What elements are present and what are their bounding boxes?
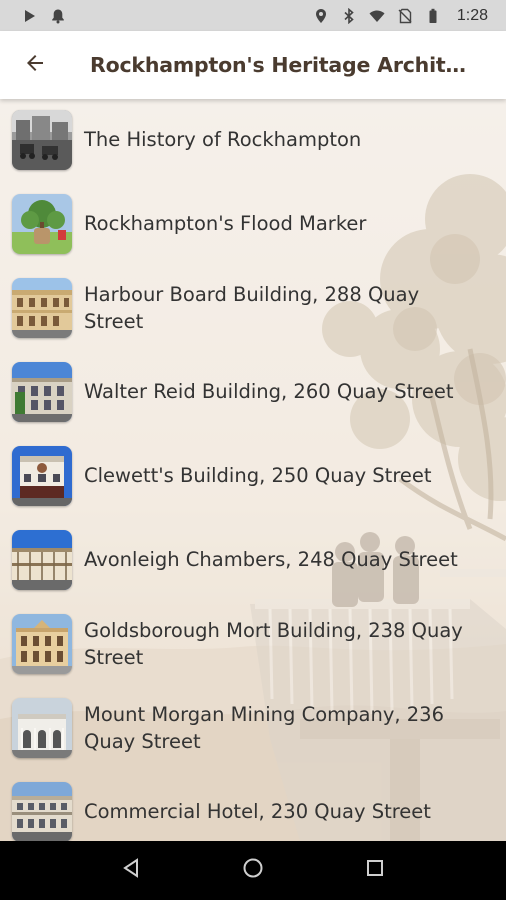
status-time: 1:28 [456,6,488,24]
thumbnail-mount-morgan [12,698,72,758]
list-item-label: Rockhampton's Flood Marker [84,212,367,235]
list-item-label: Harbour Board Building, 288 Quay Street [84,283,420,333]
list-item[interactable]: Commercial Hotel, 230 Quay Street [0,781,506,841]
list-item-label: Walter Reid Building, 260 Quay Street [84,380,454,403]
thumbnail-commercial-hotel [12,782,72,841]
thumbnail-goldsborough [12,614,72,674]
status-left [22,8,66,24]
no-sim-icon [397,8,413,24]
arrow-left-icon [23,51,47,80]
thumbnail-flood-marker [12,194,72,254]
list-item[interactable]: Goldsborough Mort Building, 238 Quay Str… [0,613,506,675]
thumbnail-walter-reid [12,362,72,422]
play-icon [22,8,38,24]
notification-icon [50,8,66,24]
status-right: 1:28 [313,7,488,25]
thumbnail-history-photo [12,110,72,170]
list-item[interactable]: Rockhampton's Flood Marker [0,193,506,255]
list-item[interactable]: Harbour Board Building, 288 Quay Street [0,277,506,339]
thumbnail-avonleigh [12,530,72,590]
nav-home-button[interactable] [233,851,273,891]
location-icon [313,8,329,24]
list-item-label: Clewett's Building, 250 Quay Street [84,464,432,487]
thumbnail-clewetts [12,446,72,506]
home-circle-icon [242,857,264,884]
list-item[interactable]: Walter Reid Building, 260 Quay Street [0,361,506,423]
list-item[interactable]: Mount Morgan Mining Company, 236 Quay St… [0,697,506,759]
list-item-label: Commercial Hotel, 230 Quay Street [84,800,431,823]
wifi-icon [369,8,385,24]
list-item-label: The History of Rockhampton [84,128,362,151]
page-title: Rockhampton's Heritage Architect... [90,53,470,77]
app-bar: Rockhampton's Heritage Architect... [0,31,506,99]
list-item[interactable]: Avonleigh Chambers, 248 Quay Street [0,529,506,591]
nav-recents-button[interactable] [355,851,395,891]
back-triangle-icon [121,858,141,883]
status-bar: 1:28 [0,0,506,31]
thumbnail-harbour-board [12,278,72,338]
back-button[interactable] [0,31,70,99]
content-area[interactable]: The History of Rockhampton Rockhampton's… [0,99,506,841]
nav-back-button[interactable] [111,851,151,891]
list-item[interactable]: The History of Rockhampton [0,109,506,171]
list-item-label: Avonleigh Chambers, 248 Quay Street [84,548,458,571]
list-item-label: Goldsborough Mort Building, 238 Quay Str… [84,619,463,669]
recents-square-icon [365,858,385,883]
system-nav-bar [0,841,506,900]
battery-icon [425,8,441,24]
list-item-label: Mount Morgan Mining Company, 236 Quay St… [84,703,444,753]
bluetooth-icon [341,7,357,24]
list-item[interactable]: Clewett's Building, 250 Quay Street [0,445,506,507]
